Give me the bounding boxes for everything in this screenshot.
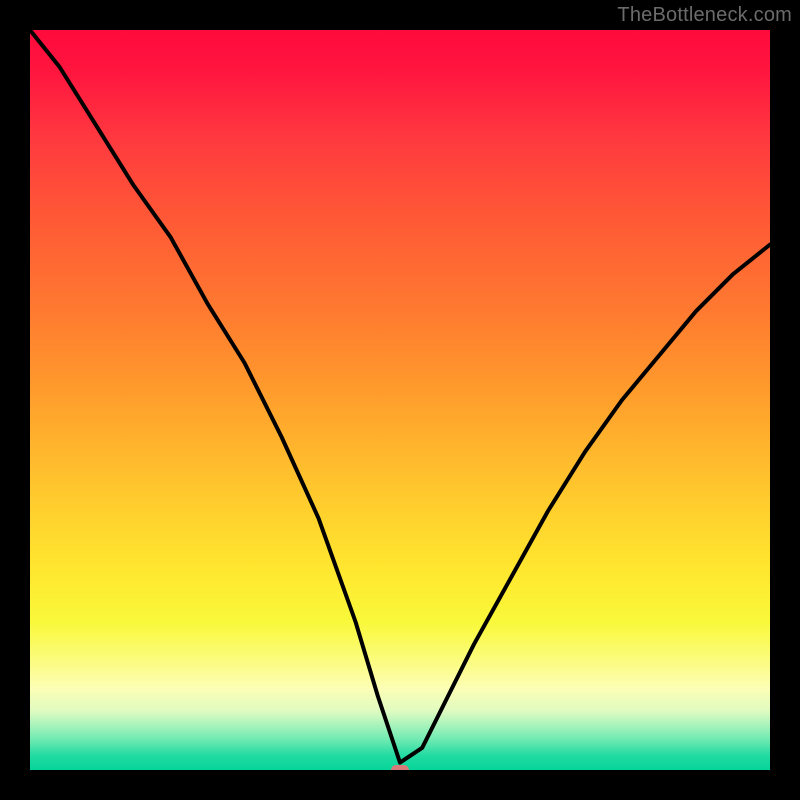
plot-area — [30, 30, 770, 770]
bottleneck-curve — [30, 30, 770, 770]
attribution-label: TheBottleneck.com — [617, 4, 792, 27]
optimal-marker — [391, 765, 409, 770]
chart-frame: TheBottleneck.com — [0, 0, 800, 800]
